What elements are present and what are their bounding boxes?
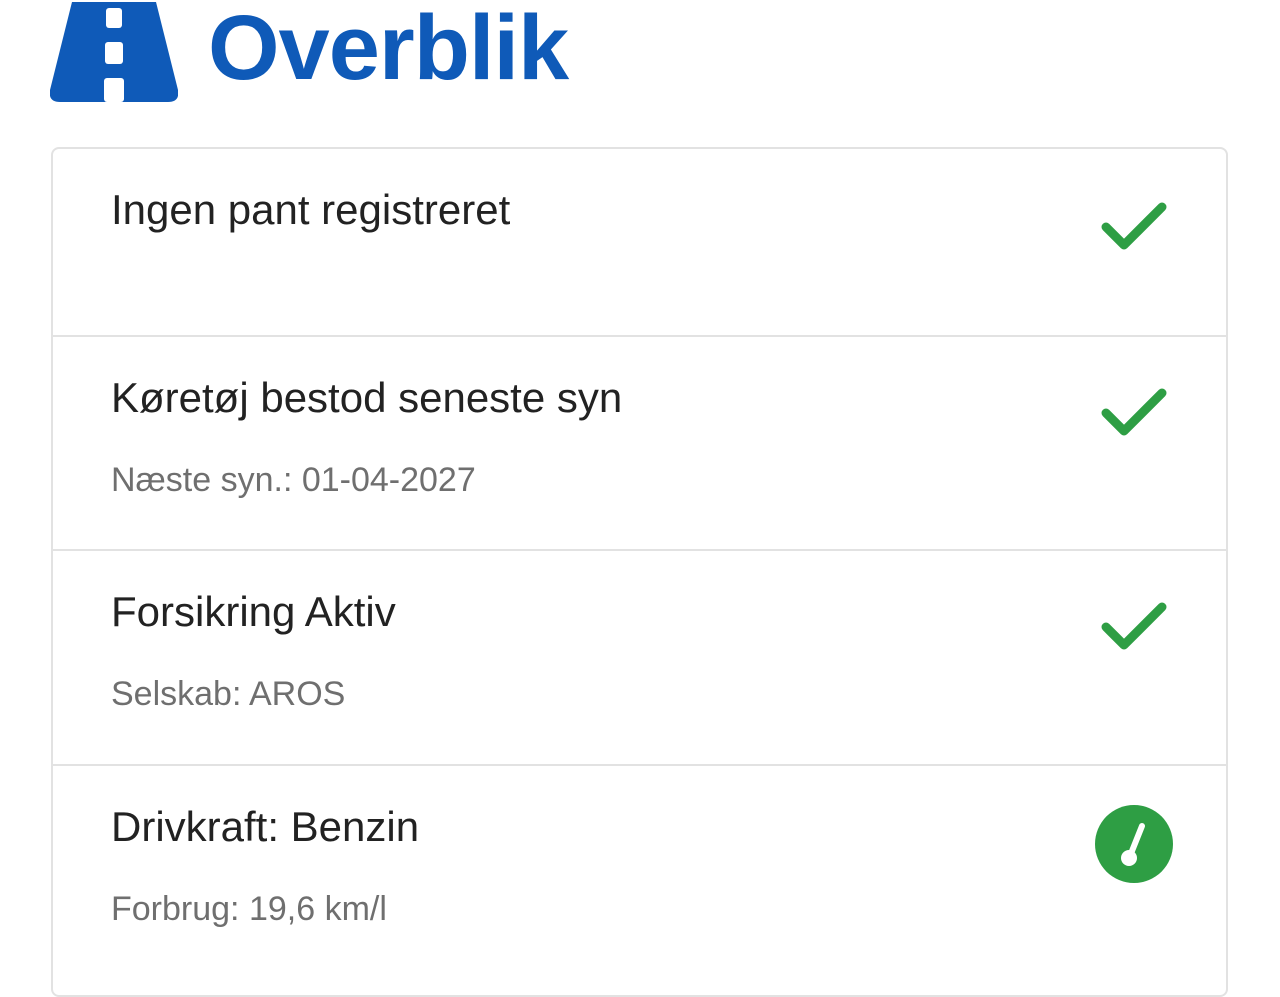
check-icon bbox=[1101, 202, 1167, 250]
item-subtitle: Forbrug: 19,6 km/l bbox=[111, 890, 387, 928]
item-title: Ingen pant registreret bbox=[111, 186, 511, 233]
list-item-insurance[interactable]: Forsikring Aktiv Selskab: AROS bbox=[53, 551, 1226, 766]
overview-card: Ingen pant registreret Køretøj bestod se… bbox=[51, 147, 1228, 997]
gauge-icon bbox=[1095, 805, 1173, 883]
list-item-fuel[interactable]: Drivkraft: Benzin Forbrug: 19,6 km/l bbox=[53, 766, 1226, 995]
item-title: Køretøj bestod seneste syn bbox=[111, 374, 623, 421]
list-item-inspection[interactable]: Køretøj bestod seneste syn Næste syn.: 0… bbox=[53, 337, 1226, 551]
page-title: Overblik bbox=[208, 0, 569, 99]
item-title: Forsikring Aktiv bbox=[111, 588, 396, 635]
check-icon bbox=[1101, 602, 1167, 650]
page-header: Overblik bbox=[50, 0, 569, 104]
item-title: Drivkraft: Benzin bbox=[111, 803, 420, 850]
item-subtitle: Næste syn.: 01-04-2027 bbox=[111, 461, 476, 499]
check-icon bbox=[1101, 388, 1167, 436]
list-item-lien[interactable]: Ingen pant registreret bbox=[53, 149, 1226, 337]
item-subtitle: Selskab: AROS bbox=[111, 675, 346, 713]
road-icon bbox=[50, 2, 178, 102]
